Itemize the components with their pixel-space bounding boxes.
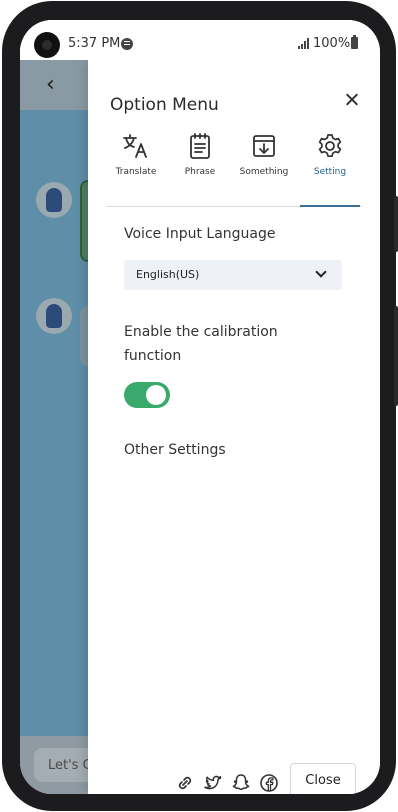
- battery-percentage: 100%: [313, 36, 351, 51]
- tab-bar: Translate Phrase Something Setting: [106, 130, 362, 207]
- tab-setting[interactable]: Setting: [300, 130, 360, 207]
- front-camera: [34, 32, 60, 58]
- facebook-icon[interactable]: [258, 772, 280, 794]
- tab-label: Phrase: [184, 167, 216, 177]
- snapchat-icon[interactable]: [230, 772, 252, 794]
- link-icon[interactable]: [174, 772, 196, 794]
- status-bar: 5:37 PM 100%: [20, 20, 380, 60]
- chevron-down-icon: [315, 266, 327, 278]
- tab-phrase[interactable]: Phrase: [170, 130, 230, 206]
- archive-download-icon: [253, 135, 275, 157]
- tab-label: Something: [239, 167, 289, 177]
- avatar: [36, 298, 72, 334]
- translate-icon: [123, 134, 147, 158]
- calibration-toggle[interactable]: [124, 382, 170, 408]
- tab-translate[interactable]: Translate: [106, 130, 166, 206]
- battery-icon: [351, 35, 358, 49]
- avatar: [36, 182, 72, 218]
- notepad-icon: [190, 133, 210, 159]
- toggle-knob: [146, 385, 166, 405]
- calibration-label-cont: function: [124, 348, 182, 364]
- back-arrow-icon: ‹: [46, 72, 55, 97]
- drawer-title: Option Menu: [110, 95, 219, 115]
- tab-something[interactable]: Something: [234, 130, 294, 206]
- screen: 5:37 PM 100% ‹ Let's C Option Menu Trans…: [20, 20, 380, 794]
- close-icon[interactable]: [342, 90, 362, 110]
- option-menu-drawer: Option Menu Translate Phrase Something S…: [88, 60, 380, 794]
- voice-input-label: Voice Input Language: [124, 226, 276, 242]
- side-button: [394, 196, 398, 252]
- share-icons: [174, 772, 278, 794]
- other-settings-label[interactable]: Other Settings: [124, 438, 226, 462]
- side-button: [394, 306, 398, 406]
- calibration-label: Enable the calibration: [124, 324, 278, 340]
- voice-language-value: English(US): [136, 268, 200, 281]
- signal-icon: [298, 38, 310, 49]
- twitter-icon[interactable]: [202, 772, 224, 794]
- status-time: 5:37 PM: [68, 36, 121, 51]
- background-input: Let's C: [34, 748, 94, 782]
- voice-language-select[interactable]: English(US): [124, 260, 342, 290]
- close-button[interactable]: Close: [290, 763, 356, 794]
- tab-label: Translate: [115, 167, 157, 177]
- gear-icon: [318, 134, 342, 158]
- tab-label: Setting: [313, 167, 347, 177]
- phone-frame: 5:37 PM 100% ‹ Let's C Option Menu Trans…: [2, 1, 398, 811]
- spotify-icon: [121, 38, 133, 50]
